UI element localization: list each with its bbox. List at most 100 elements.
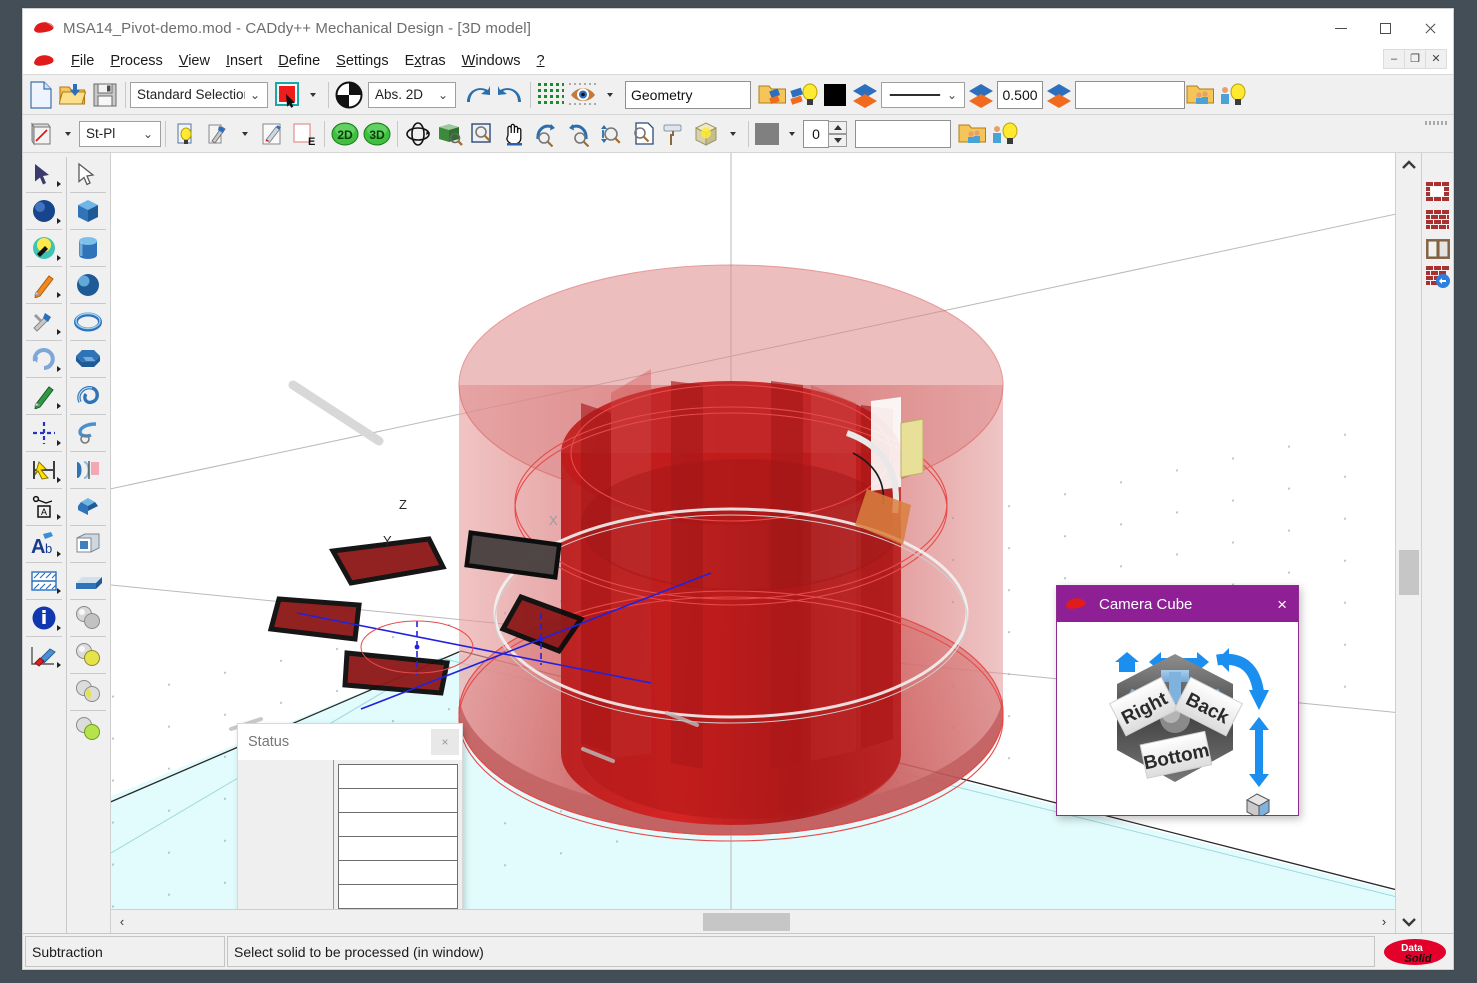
zoom-page-icon[interactable] — [626, 118, 658, 150]
spiral-solid-tool-icon[interactable] — [68, 416, 108, 450]
split-boolean-tool-icon[interactable] — [68, 712, 108, 746]
text-tool-icon[interactable]: Ab — [24, 527, 64, 561]
line-layer-icon[interactable] — [849, 79, 881, 111]
status-row[interactable] — [338, 764, 458, 789]
menu-file[interactable]: FFileile — [63, 50, 102, 72]
new-file-icon[interactable] — [25, 79, 57, 111]
shell-solid-tool-icon[interactable] — [68, 527, 108, 561]
scroll-left-arrow-icon[interactable]: ‹ — [111, 911, 133, 933]
wall-opening-icon[interactable] — [1424, 179, 1452, 207]
style-input[interactable] — [1075, 81, 1185, 109]
status-row[interactable] — [338, 884, 458, 909]
wall-icon[interactable] — [1424, 207, 1452, 235]
menu-settings[interactable]: Settings — [328, 50, 396, 72]
horizontal-scroll-track[interactable] — [133, 911, 1373, 933]
open-file-icon[interactable] — [57, 79, 89, 111]
group2-light-icon[interactable] — [989, 118, 1021, 150]
camera-cube-close-button[interactable]: × — [1277, 596, 1287, 613]
annotation-tool-icon[interactable]: A — [24, 490, 64, 524]
mdi-restore-button[interactable]: ❐ — [1404, 49, 1426, 69]
linewidth-layer-icon[interactable] — [965, 79, 997, 111]
scroll-right-arrow-icon[interactable]: › — [1373, 911, 1395, 933]
level-input[interactable]: 0 — [803, 120, 829, 148]
menu-help[interactable]: ? — [529, 50, 553, 72]
working-plane-icon[interactable] — [25, 118, 57, 150]
pointer-tool-icon[interactable] — [68, 157, 108, 191]
revolve-solid-tool-icon[interactable] — [68, 453, 108, 487]
green-pencil-tool-icon[interactable] — [24, 379, 64, 413]
menu-view[interactable]: View — [171, 50, 218, 72]
level-stepper[interactable] — [828, 121, 847, 147]
menu-insert[interactable]: Insert — [218, 50, 270, 72]
sweep-solid-tool-icon[interactable] — [68, 379, 108, 413]
linewidth-input[interactable]: 0.500 — [997, 81, 1043, 109]
extrude-solid-tool-icon[interactable] — [68, 564, 108, 598]
intersection-boolean-tool-icon[interactable] — [68, 675, 108, 709]
pan-hand-icon[interactable] — [498, 118, 530, 150]
edit-tools-tool-icon[interactable] — [24, 305, 64, 339]
hatch-tool-icon[interactable] — [24, 564, 64, 598]
status-row[interactable] — [338, 788, 458, 813]
roller-icon[interactable] — [658, 118, 690, 150]
zoom-out-icon[interactable] — [530, 118, 562, 150]
visibility-eye-icon[interactable] — [567, 79, 599, 111]
color-picker-icon[interactable] — [274, 79, 302, 111]
plane-combo[interactable]: St-Pl ⌄ — [79, 121, 161, 147]
union-boolean-tool-icon[interactable] — [68, 601, 108, 635]
plane-e-icon[interactable]: E — [288, 118, 320, 150]
status-dialog-close-button[interactable]: × — [431, 729, 459, 755]
zoom-in-icon[interactable] — [562, 118, 594, 150]
horizontal-scroll-thumb[interactable] — [703, 913, 790, 931]
zoom-window-icon[interactable] — [466, 118, 498, 150]
material-swatch[interactable] — [753, 118, 781, 150]
raster-grid-icon[interactable] — [535, 79, 567, 111]
color-dropdown-arrow-icon[interactable] — [302, 79, 324, 111]
subtraction-boolean-tool-icon[interactable] — [68, 638, 108, 672]
sphere-primitive-tool-icon[interactable] — [24, 194, 64, 228]
material-dropdown-arrow-icon[interactable] — [781, 118, 803, 150]
model-viewport[interactable]: Z Y X — [111, 153, 1395, 909]
transform-rotate-tool-icon[interactable] — [24, 342, 64, 376]
shade-cube-icon[interactable] — [690, 118, 722, 150]
zoom-fit-icon[interactable] — [594, 118, 626, 150]
minimize-button[interactable] — [1318, 9, 1363, 47]
menu-windows[interactable]: Windows — [454, 50, 529, 72]
render-icon[interactable] — [434, 118, 466, 150]
horizontal-scrollbar[interactable]: ‹ › — [111, 909, 1395, 933]
menu-define[interactable]: Define — [270, 50, 328, 72]
scroll-down-arrow-icon[interactable] — [1397, 911, 1421, 933]
shade-dropdown-arrow-icon[interactable] — [722, 118, 744, 150]
hatch-style-icon[interactable] — [333, 79, 365, 111]
plane-tools-icon[interactable] — [202, 118, 234, 150]
wall-refresh-icon[interactable] — [1424, 263, 1452, 291]
status-row[interactable] — [338, 812, 458, 837]
menu-process[interactable]: Process — [102, 50, 170, 72]
mode-2d-icon[interactable]: 2D — [329, 118, 361, 150]
working-plane-dropdown-arrow-icon[interactable] — [57, 118, 79, 150]
status-row[interactable] — [338, 860, 458, 885]
vertical-scroll-track[interactable] — [1397, 175, 1421, 911]
mdi-minimize-button[interactable]: – — [1383, 49, 1405, 69]
save-file-icon[interactable] — [89, 79, 121, 111]
info-tool-icon[interactable] — [24, 601, 64, 635]
redo-icon[interactable] — [494, 79, 526, 111]
torus-solid-tool-icon[interactable] — [68, 305, 108, 339]
chamfer-solid-tool-icon[interactable] — [68, 490, 108, 524]
layer-light-icon[interactable] — [789, 79, 821, 111]
status-row[interactable] — [338, 908, 458, 909]
group-folder-icon[interactable] — [1185, 79, 1217, 111]
eraser-tool-icon[interactable] — [24, 638, 64, 672]
select-arrow-tool-icon[interactable] — [24, 157, 64, 191]
box-solid-tool-icon[interactable] — [68, 194, 108, 228]
status-dialog[interactable]: Status × — [237, 723, 463, 909]
selection-mode-combo[interactable]: Standard Selection ⌄ — [130, 82, 268, 108]
cylinder-solid-tool-icon[interactable] — [68, 231, 108, 265]
maximize-button[interactable] — [1363, 9, 1408, 47]
modify-tool-icon[interactable] — [24, 231, 64, 265]
menu-extras[interactable]: Extras — [397, 50, 454, 72]
visibility-dropdown-arrow-icon[interactable] — [599, 79, 621, 111]
name-input[interactable] — [855, 120, 951, 148]
scroll-up-arrow-icon[interactable] — [1397, 153, 1421, 175]
window-icon[interactable] — [1424, 235, 1452, 263]
plane-pen-icon[interactable] — [256, 118, 288, 150]
